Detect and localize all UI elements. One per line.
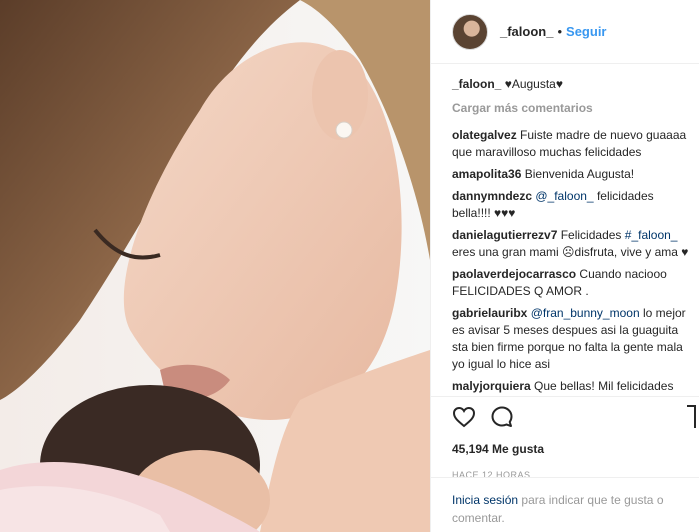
comment-item: gabrielauribx @fran_bunny_moon lo mejor … bbox=[452, 305, 692, 373]
caption-text: ♥Augusta♥ bbox=[504, 77, 563, 91]
comment-text: Bienvenida Augusta! bbox=[524, 167, 635, 181]
comment-item: danielagutierrezv7 Felicidades #_faloon_… bbox=[452, 227, 692, 261]
comment-item: amapolita36 Bienvenida Augusta! bbox=[452, 166, 692, 183]
comment-username[interactable]: malyjorquiera bbox=[452, 379, 531, 393]
comments-list: _faloon_ ♥Augusta♥ Cargar más comentario… bbox=[452, 76, 692, 400]
caption: _faloon_ ♥Augusta♥ bbox=[452, 76, 692, 93]
comment-item: dannymndezc @_faloon_ felicidades bella!… bbox=[452, 188, 692, 222]
bookmark-icon[interactable] bbox=[686, 405, 696, 434]
comment-username[interactable]: gabrielauribx bbox=[452, 306, 527, 320]
comment-icon[interactable] bbox=[490, 405, 514, 434]
post-actions: 45,194 Me gusta HACE 12 HORAS bbox=[431, 396, 699, 480]
post-header: _faloon_ • Seguir bbox=[431, 0, 699, 64]
comment-username[interactable]: amapolita36 bbox=[452, 167, 521, 181]
comment-hashtag[interactable]: #_faloon_ bbox=[625, 228, 678, 242]
avatar[interactable] bbox=[452, 13, 488, 50]
comment-username[interactable]: olategalvez bbox=[452, 128, 517, 142]
comment-mention[interactable]: @_faloon_ bbox=[535, 189, 593, 203]
comment-text: Que bellas! Mil felicidades bbox=[534, 379, 674, 393]
comment-username[interactable]: danielagutierrezv7 bbox=[452, 228, 557, 242]
heart-icon[interactable] bbox=[452, 406, 476, 433]
header-separator: • bbox=[557, 24, 563, 39]
post-photo[interactable] bbox=[0, 0, 430, 532]
post-sidebar: _faloon_ • Seguir _faloon_ ♥Augusta♥ Car… bbox=[430, 0, 699, 532]
comment-text: eres una gran mami ☹disfruta, vive y ama… bbox=[452, 245, 689, 259]
follow-button[interactable]: Seguir bbox=[566, 24, 606, 39]
post-photo-illustration bbox=[0, 0, 430, 532]
header-username[interactable]: _faloon_ bbox=[500, 24, 553, 39]
comment-item: paolaverdejocarrasco Cuando naciooo FELI… bbox=[452, 266, 692, 300]
comment-item: olategalvez Fuiste madre de nuevo guaaaa… bbox=[452, 127, 692, 161]
load-more-comments-button[interactable]: Cargar más comentarios bbox=[452, 100, 692, 117]
action-icons bbox=[452, 405, 699, 433]
login-prompt: Inicia sesión para indicar que te gusta … bbox=[431, 477, 699, 532]
comment-mention[interactable]: @fran_bunny_moon bbox=[531, 306, 640, 320]
comment-username[interactable]: paolaverdejocarrasco bbox=[452, 267, 576, 281]
caption-username[interactable]: _faloon_ bbox=[452, 77, 501, 91]
comment-username[interactable]: dannymndezc bbox=[452, 189, 532, 203]
comment-text-pre: Felicidades bbox=[560, 228, 622, 242]
login-link[interactable]: Inicia sesión bbox=[452, 493, 518, 507]
likes-count[interactable]: 45,194 Me gusta bbox=[452, 442, 699, 456]
comment-item: malyjorquiera Que bellas! Mil felicidade… bbox=[452, 378, 692, 395]
